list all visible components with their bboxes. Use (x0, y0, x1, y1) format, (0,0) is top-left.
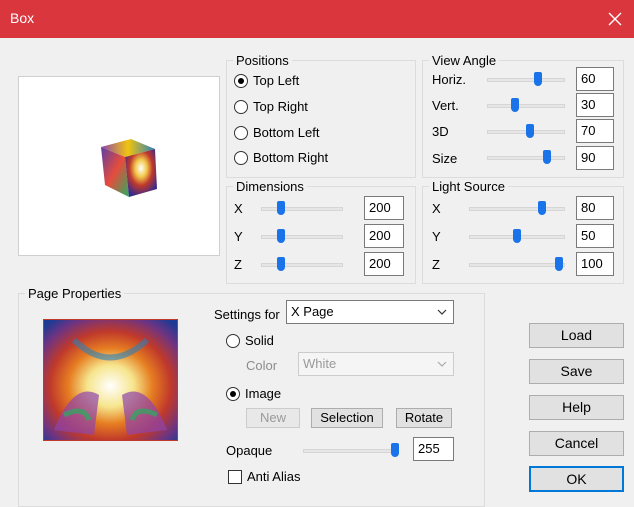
chevron-down-icon (437, 301, 447, 330)
view-angle-3d-input[interactable]: 70 (576, 119, 614, 143)
box-preview (18, 76, 220, 256)
position-bottom-left-label: Bottom Left (253, 125, 320, 140)
anti-alias-checkbox[interactable]: Anti Alias (228, 469, 300, 484)
position-top-left-radio[interactable]: Top Left (234, 73, 299, 88)
view-angle-size-label: Size (432, 151, 458, 166)
view-angle-size-slider[interactable] (487, 156, 565, 160)
dimensions-x-input[interactable]: 200 (364, 196, 404, 220)
opaque-label: Opaque (226, 443, 273, 458)
light-x-input[interactable]: 80 (576, 196, 614, 220)
page-texture-preview (43, 319, 178, 441)
position-top-right-label: Top Right (253, 99, 308, 114)
help-button[interactable]: Help (529, 395, 624, 420)
radio-checked-icon (234, 73, 248, 88)
selection-button[interactable]: Selection (311, 408, 383, 428)
view-angle-vert-label: Vert. (432, 98, 459, 113)
view-angle-horiz-thumb[interactable] (534, 72, 542, 86)
dimensions-y-slider[interactable] (261, 235, 343, 239)
view-angle-horiz-slider[interactable] (487, 78, 565, 82)
light-x-thumb[interactable] (538, 201, 546, 215)
dimensions-x-slider[interactable] (261, 207, 343, 211)
solid-label: Solid (245, 333, 274, 348)
position-top-right-radio[interactable]: Top Right (234, 99, 308, 114)
light-y-thumb[interactable] (513, 229, 521, 243)
view-angle-horiz-label: Horiz. (432, 72, 466, 87)
color-select[interactable]: White (298, 352, 454, 376)
dimensions-z-input[interactable]: 200 (364, 252, 404, 276)
view-angle-title: View Angle (429, 53, 500, 68)
radio-unchecked-icon (234, 99, 248, 114)
position-bottom-left-radio[interactable]: Bottom Left (234, 125, 319, 140)
positions-title: Positions (233, 53, 292, 68)
radio-unchecked-icon (234, 150, 248, 165)
title-bar: Box (0, 0, 634, 38)
opaque-thumb[interactable] (391, 443, 399, 457)
light-z-thumb[interactable] (555, 257, 563, 271)
dimensions-y-label: Y (234, 229, 243, 244)
view-angle-3d-label: 3D (432, 124, 449, 139)
rotate-button[interactable]: Rotate (396, 408, 452, 428)
radio-checked-icon (226, 386, 240, 401)
chevron-down-icon (437, 353, 447, 382)
dimensions-z-slider[interactable] (261, 263, 343, 267)
new-button[interactable]: New (246, 408, 300, 428)
load-button[interactable]: Load (529, 323, 624, 348)
position-bottom-right-radio[interactable]: Bottom Right (234, 150, 328, 165)
dimensions-z-label: Z (234, 257, 242, 272)
view-angle-size-thumb[interactable] (543, 150, 551, 164)
window-title: Box (10, 10, 35, 26)
radio-unchecked-icon (226, 333, 240, 348)
settings-for-label: Settings for (214, 307, 280, 322)
light-x-label: X (432, 201, 441, 216)
texture-image (44, 320, 177, 440)
checkbox-unchecked-icon (228, 469, 242, 484)
light-source-title: Light Source (429, 179, 508, 194)
close-icon (608, 12, 622, 26)
radio-unchecked-icon (234, 125, 248, 140)
dimensions-y-input[interactable]: 200 (364, 224, 404, 248)
view-angle-3d-thumb[interactable] (526, 124, 534, 138)
settings-for-value: X Page (291, 304, 334, 319)
dimensions-y-thumb[interactable] (277, 229, 285, 243)
view-angle-vert-input[interactable]: 30 (576, 93, 614, 117)
opaque-slider[interactable] (303, 449, 399, 453)
settings-for-select[interactable]: X Page (286, 300, 454, 324)
view-angle-vert-thumb[interactable] (511, 98, 519, 112)
color-value: White (303, 356, 337, 371)
opaque-input[interactable]: 255 (413, 437, 454, 461)
view-angle-size-input[interactable]: 90 (576, 146, 614, 170)
position-top-left-label: Top Left (253, 73, 300, 88)
light-y-label: Y (432, 229, 441, 244)
light-z-slider[interactable] (469, 263, 565, 267)
view-angle-horiz-input[interactable]: 60 (576, 67, 614, 91)
anti-alias-label: Anti Alias (247, 469, 301, 484)
cancel-button[interactable]: Cancel (529, 431, 624, 456)
dimensions-x-thumb[interactable] (277, 201, 285, 215)
save-button[interactable]: Save (529, 359, 624, 384)
page-properties-title: Page Properties (25, 286, 125, 301)
dimensions-z-thumb[interactable] (277, 257, 285, 271)
light-x-slider[interactable] (469, 207, 565, 211)
color-label: Color (246, 358, 278, 373)
light-z-label: Z (432, 257, 440, 272)
dimensions-x-label: X (234, 201, 243, 216)
solid-radio[interactable]: Solid (226, 333, 274, 348)
view-angle-vert-slider[interactable] (487, 104, 565, 108)
ok-button[interactable]: OK (529, 466, 624, 492)
close-button[interactable] (596, 0, 634, 38)
cube-preview-image (101, 139, 157, 197)
image-radio[interactable]: Image (226, 386, 281, 401)
dimensions-title: Dimensions (233, 179, 307, 194)
position-bottom-right-label: Bottom Right (253, 150, 329, 165)
light-z-input[interactable]: 100 (576, 252, 614, 276)
image-label: Image (245, 386, 282, 401)
light-y-input[interactable]: 50 (576, 224, 614, 248)
